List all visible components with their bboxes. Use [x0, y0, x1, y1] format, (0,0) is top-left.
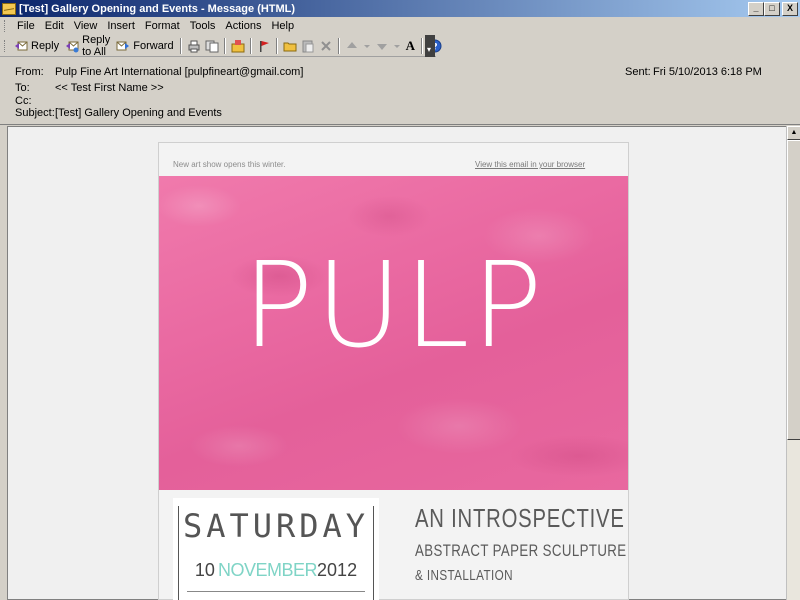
reply-all-icon [65, 39, 79, 53]
menu-view[interactable]: View [70, 20, 104, 32]
scroll-up-button[interactable]: ▲ [787, 126, 800, 140]
tagline-line-3: & INSTALLATION [415, 567, 513, 584]
forward-icon [116, 39, 130, 53]
toolbar-separator [223, 37, 226, 54]
event-day: SATURDAY [182, 507, 370, 545]
sent-label: Sent: [625, 66, 651, 78]
forward-button[interactable]: Forward [113, 36, 176, 56]
view-in-browser-link[interactable]: View this email in your browser [475, 160, 585, 169]
from-label: From: [15, 66, 44, 78]
vertical-scrollbar[interactable]: ▲ [786, 126, 800, 600]
close-button[interactable]: X [782, 2, 798, 16]
event-date-day: 10 [194, 560, 215, 580]
from-value[interactable]: Pulp Fine Art International [pulpfineart… [55, 66, 303, 78]
toolbar-separator [420, 37, 423, 54]
event-date-month: NOVEMBER [218, 560, 318, 580]
cc-row: Cc: [15, 95, 55, 107]
reply-button[interactable]: Reply [11, 36, 62, 56]
window-title: [Test] Gallery Opening and Events - Mess… [19, 2, 296, 15]
toolbar-separator [249, 37, 252, 54]
envelope-icon [2, 2, 16, 15]
toolbar-overflow-button[interactable] [425, 35, 435, 57]
flag-icon[interactable] [257, 39, 271, 53]
card-bottom-rule [187, 591, 365, 592]
email-content: New art show opens this winter. View thi… [158, 142, 629, 600]
event-date-card: SATURDAY 10 NOVEMBER2012 [173, 498, 379, 600]
font-size-button[interactable]: A [403, 36, 418, 56]
menu-actions[interactable]: Actions [221, 20, 267, 32]
toolbar-separator [337, 37, 340, 54]
menu-help[interactable]: Help [267, 20, 300, 32]
menu-insert[interactable]: Insert [103, 20, 141, 32]
menu-edit[interactable]: Edit [41, 20, 70, 32]
toolbar-separator [179, 37, 182, 54]
pulp-logo: PULP [242, 236, 545, 374]
delete-icon [319, 39, 333, 53]
copy-icon[interactable] [205, 39, 219, 53]
toolbar: Reply Reply to All Forward A [0, 33, 442, 58]
to-row: To: << Test First Name >> [15, 82, 164, 94]
title-bar[interactable]: [Test] Gallery Opening and Events - Mess… [0, 0, 800, 17]
subject-value: [Test] Gallery Opening and Events [55, 107, 222, 119]
paste-icon [301, 39, 315, 53]
event-tagline: AN INTROSPECTIVE ABSTRACT PAPER SCULPTUR… [415, 503, 627, 584]
maximize-button[interactable]: □ [764, 2, 780, 16]
scroll-thumb[interactable] [787, 140, 800, 440]
subject-row: Subject: [Test] Gallery Opening and Even… [15, 107, 222, 119]
email-preheader-bar: New art show opens this winter. View thi… [159, 143, 628, 176]
tagline-line-2: ABSTRACT PAPER SCULPTURE [415, 541, 627, 560]
minimize-button[interactable]: _ [748, 2, 764, 16]
menu-bar: File Edit View Insert Format Tools Actio… [0, 17, 800, 35]
from-row: From: Pulp Fine Art International [pulpf… [15, 66, 303, 78]
to-value[interactable]: << Test First Name >> [55, 82, 164, 94]
toolbar-grip[interactable] [4, 39, 5, 52]
forward-label: Forward [133, 39, 174, 52]
window-controls: _ □ X [748, 2, 798, 16]
to-label: To: [15, 82, 30, 94]
subject-label: Subject: [15, 107, 55, 119]
print-icon[interactable] [187, 39, 201, 53]
menu-format[interactable]: Format [141, 20, 186, 32]
sent-row: Sent: Fri 5/10/2013 6:18 PM [625, 66, 762, 78]
reply-icon [14, 39, 28, 53]
toolbar-separator [275, 37, 278, 54]
font-size-icon: A [405, 37, 415, 53]
move-to-folder-icon[interactable] [231, 39, 245, 53]
sent-value: Fri 5/10/2013 6:18 PM [653, 66, 762, 78]
next-item-icon [375, 39, 389, 53]
event-date-year: 2012 [317, 560, 358, 580]
previous-dropdown-icon [363, 39, 371, 53]
menu-grip[interactable] [4, 20, 7, 32]
menu-file[interactable]: File [13, 20, 41, 32]
previous-item-icon [345, 39, 359, 53]
hero-banner: PULP [159, 176, 628, 490]
next-dropdown-icon [393, 39, 401, 53]
reply-all-button[interactable]: Reply to All [62, 33, 113, 58]
preheader-text: New art show opens this winter. [173, 160, 286, 169]
cc-label: Cc: [15, 95, 32, 107]
tagline-line-1: AN INTROSPECTIVE [415, 503, 625, 533]
reply-label: Reply [31, 39, 60, 52]
open-folder-icon[interactable] [283, 39, 297, 53]
event-date: 10 NOVEMBER2012 [173, 561, 379, 579]
menu-tools[interactable]: Tools [186, 20, 222, 32]
reply-all-label: Reply to All [82, 33, 111, 58]
